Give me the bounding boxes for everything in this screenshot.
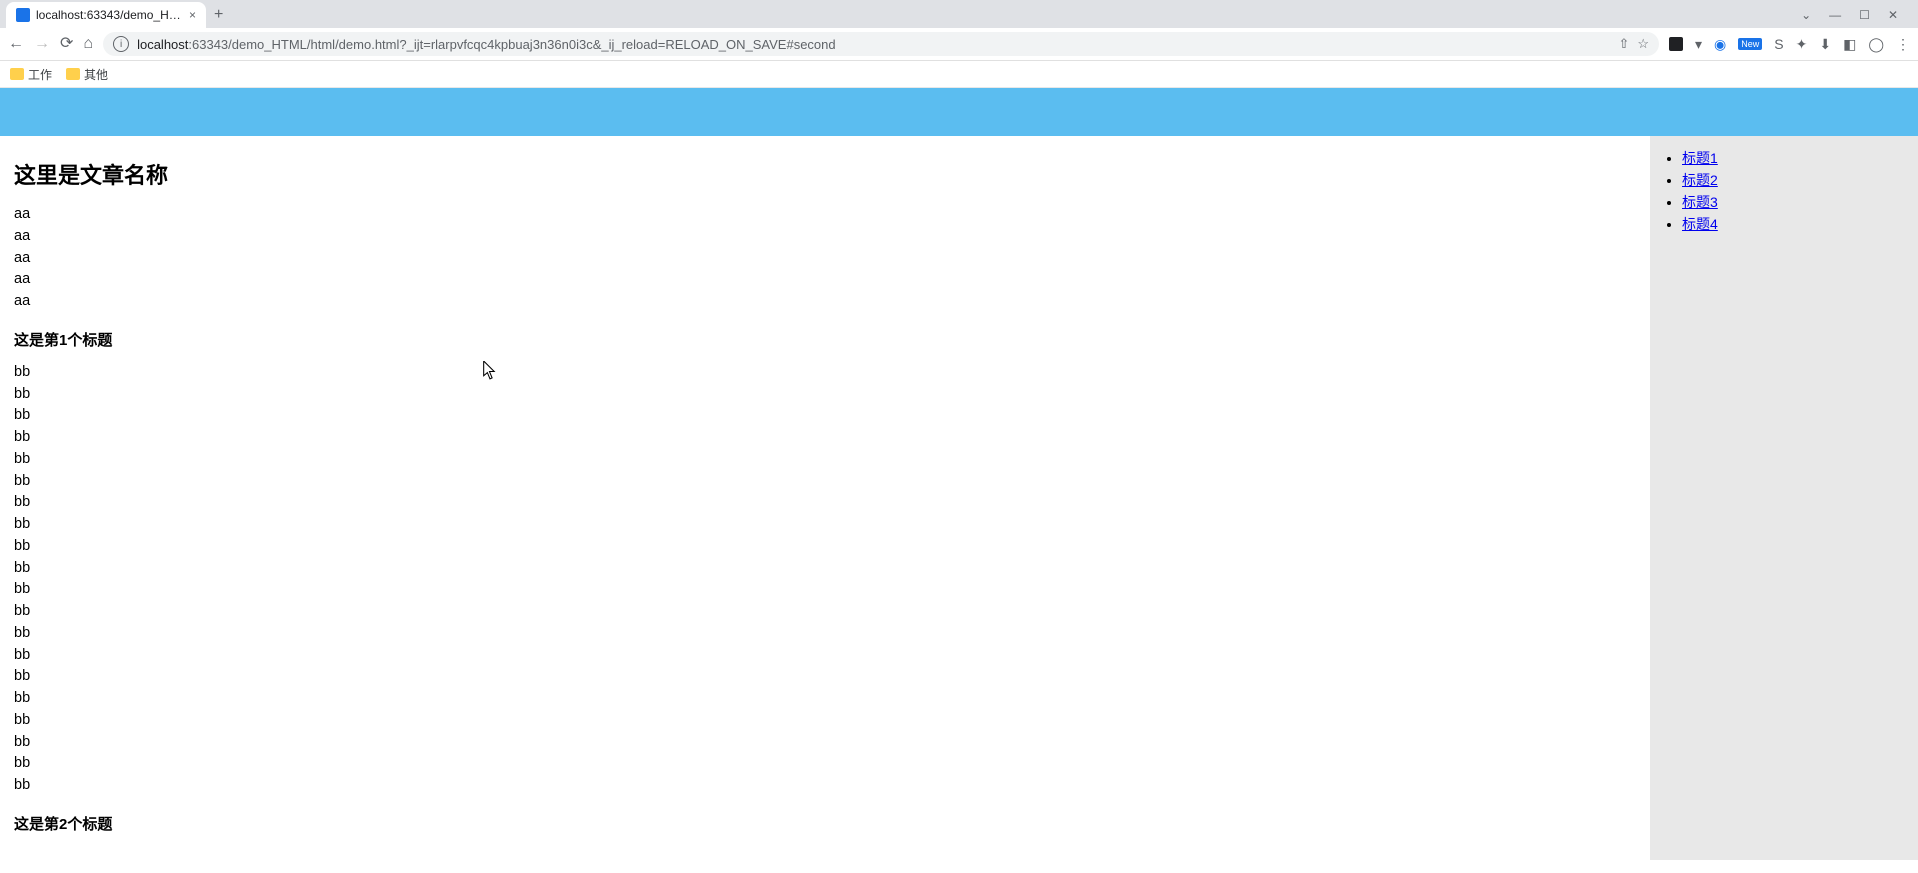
url-text: localhost:63343/demo_HTML/html/demo.html… — [137, 37, 1610, 52]
downloads-icon[interactable]: ⬇ — [1819, 36, 1831, 53]
nav-link-4[interactable]: 标题4 — [1682, 216, 1718, 232]
nav-link-3[interactable]: 标题3 — [1682, 194, 1718, 210]
bookmark-label: 其他 — [84, 66, 108, 83]
tab-title: localhost:63343/demo_HTML/ — [36, 8, 183, 22]
tab-close-icon[interactable]: × — [189, 8, 196, 22]
tab-favicon — [16, 8, 30, 22]
window-controls: ⌄ — ☐ ✕ — [1801, 8, 1912, 28]
nav-link-1[interactable]: 标题1 — [1682, 150, 1718, 166]
share-icon[interactable]: ⇧ — [1618, 36, 1629, 52]
extension-icon[interactable]: ▾ — [1695, 36, 1702, 53]
nav-item: 标题1 — [1682, 148, 1908, 168]
star-icon[interactable]: ☆ — [1637, 36, 1649, 52]
content-wrapper: 这里是文章名称 aaaaaaaaaa 这是第1个标题 bbbbbbbbbbbbb… — [0, 136, 1918, 860]
new-tab-button[interactable]: + — [214, 6, 223, 28]
extension-icons: ▾ ◉ New S ✦ ⬇ ◧ ◯ ⋮ — [1669, 36, 1910, 53]
intro-paragraph: aaaaaaaaaa — [14, 204, 1636, 313]
nav-item: 标题3 — [1682, 192, 1908, 212]
browser-chrome: localhost:63343/demo_HTML/ × + ⌄ — ☐ ✕ ←… — [0, 0, 1918, 88]
chevron-down-icon[interactable]: ⌄ — [1801, 8, 1811, 22]
sidebar-nav: 标题1 标题2 标题3 标题4 — [1650, 136, 1918, 860]
reload-button[interactable]: ⟳ — [60, 36, 73, 52]
home-button[interactable]: ⌂ — [83, 36, 93, 52]
section-heading-1: 这是第1个标题 — [14, 329, 1636, 350]
profile-icon[interactable]: ◯ — [1868, 36, 1884, 53]
side-panel-icon[interactable]: ◧ — [1843, 36, 1856, 53]
bookmarks-bar: 工作 其他 — [0, 61, 1918, 88]
extensions-button[interactable]: ✦ — [1796, 36, 1808, 53]
section-heading-2: 这是第2个标题 — [14, 813, 1636, 834]
address-bar[interactable]: i localhost:63343/demo_HTML/html/demo.ht… — [103, 32, 1659, 56]
nav-item: 标题2 — [1682, 170, 1908, 190]
extension-icon[interactable]: ◉ — [1714, 36, 1726, 53]
new-badge[interactable]: New — [1738, 38, 1762, 50]
page-banner — [0, 88, 1918, 136]
forward-button: → — [34, 36, 50, 52]
extension-icon[interactable]: S — [1774, 36, 1783, 52]
bookmark-label: 工作 — [28, 66, 52, 83]
minimize-icon[interactable]: — — [1829, 8, 1841, 22]
nav-list: 标题1 标题2 标题3 标题4 — [1660, 148, 1908, 234]
url-path: :63343/demo_HTML/html/demo.html?_ijt=rla… — [188, 37, 835, 52]
menu-icon[interactable]: ⋮ — [1896, 36, 1910, 53]
bookmark-folder[interactable]: 工作 — [10, 66, 52, 83]
folder-icon — [66, 68, 80, 80]
nav-link-2[interactable]: 标题2 — [1682, 172, 1718, 188]
back-button[interactable]: ← — [8, 36, 24, 52]
bookmark-folder[interactable]: 其他 — [66, 66, 108, 83]
browser-tab[interactable]: localhost:63343/demo_HTML/ × — [6, 2, 206, 28]
close-icon[interactable]: ✕ — [1888, 8, 1898, 22]
folder-icon — [10, 68, 24, 80]
page-viewport: 这里是文章名称 aaaaaaaaaa 这是第1个标题 bbbbbbbbbbbbb… — [0, 88, 1918, 860]
browser-toolbar: ← → ⟳ ⌂ i localhost:63343/demo_HTML/html… — [0, 28, 1918, 61]
extension-icon[interactable] — [1669, 37, 1683, 51]
nav-item: 标题4 — [1682, 214, 1908, 234]
section-paragraph: bbbbbbbbbbbbbbbbbbbbbbbbbbbbbbbbbbbbbbbb — [14, 362, 1636, 797]
tab-bar: localhost:63343/demo_HTML/ × + ⌄ — ☐ ✕ — [0, 0, 1918, 28]
article-title: 这里是文章名称 — [14, 158, 1636, 190]
site-info-icon[interactable]: i — [113, 36, 129, 52]
maximize-icon[interactable]: ☐ — [1859, 8, 1870, 22]
url-host: localhost — [137, 37, 188, 52]
article-main: 这里是文章名称 aaaaaaaaaa 这是第1个标题 bbbbbbbbbbbbb… — [0, 136, 1650, 860]
